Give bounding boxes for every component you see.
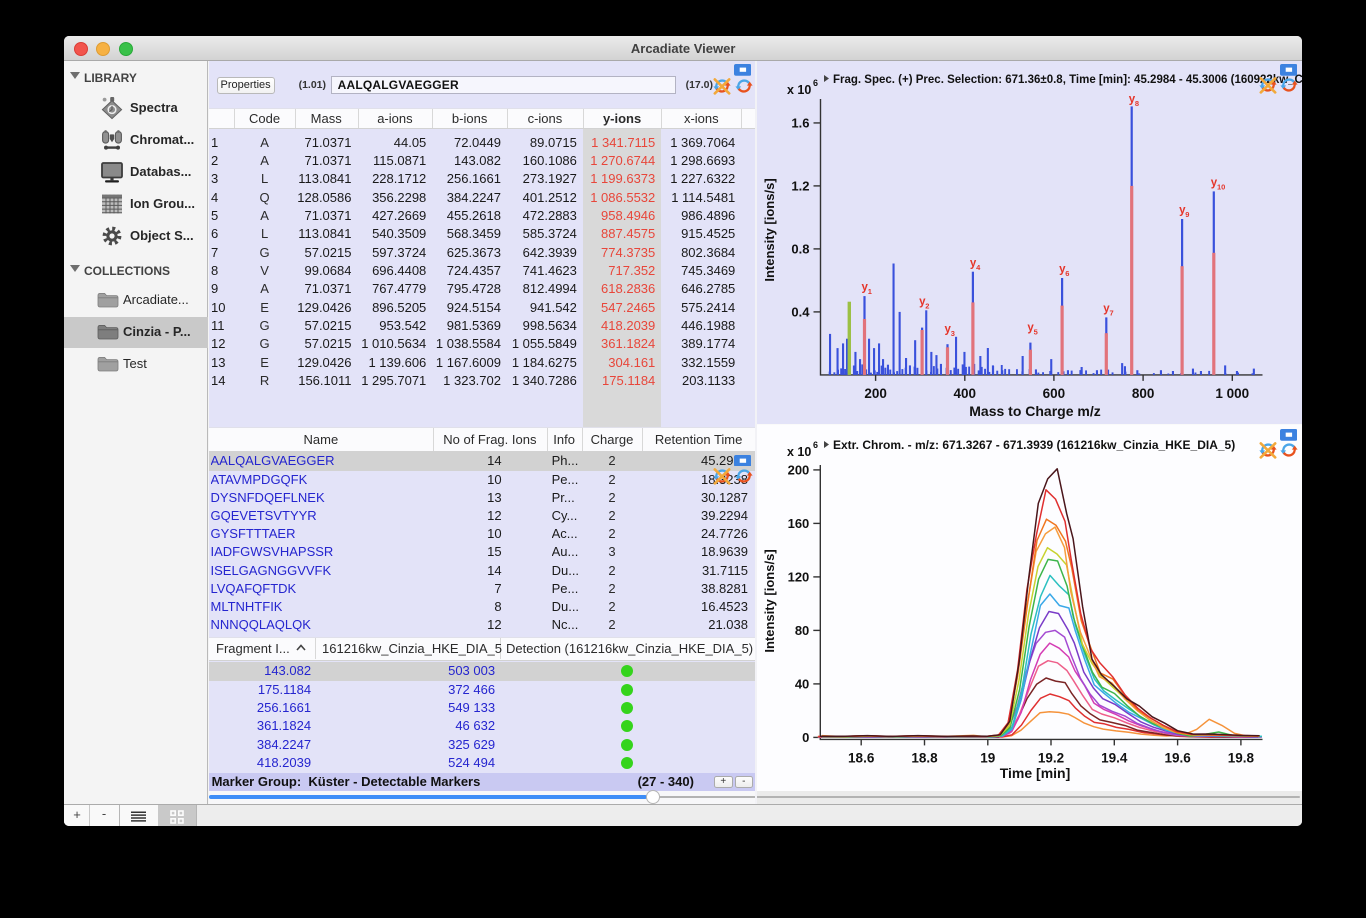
svg-text:19.8: 19.8	[1228, 750, 1255, 765]
svg-text:1.2: 1.2	[791, 178, 809, 193]
svg-text:2: 2	[925, 301, 929, 310]
svg-text:120: 120	[788, 569, 810, 584]
svg-text:4: 4	[976, 263, 981, 272]
svg-text:Mass to Charge m/z: Mass to Charge m/z	[969, 403, 1100, 419]
svg-text:0: 0	[802, 730, 809, 745]
svg-text:9: 9	[1185, 210, 1189, 219]
svg-text:200: 200	[788, 462, 810, 477]
svg-text:6: 6	[1065, 269, 1069, 278]
svg-text:3: 3	[951, 329, 955, 338]
svg-text:800: 800	[1132, 386, 1155, 401]
svg-text:x 10: x 10	[787, 445, 811, 459]
svg-text:200: 200	[864, 386, 887, 401]
svg-text:Extr. Chrom. - m/z: 671.3267 -: Extr. Chrom. - m/z: 671.3267 - 671.3939 …	[833, 438, 1235, 452]
svg-text:Intensity [ions/s]: Intensity [ions/s]	[762, 178, 777, 281]
svg-text:5: 5	[1034, 327, 1038, 336]
svg-text:Time [min]: Time [min]	[1000, 765, 1071, 781]
svg-text:18.8: 18.8	[911, 750, 938, 765]
svg-text:10: 10	[1217, 183, 1225, 192]
svg-text:19.6: 19.6	[1164, 750, 1191, 765]
svg-text:40: 40	[795, 676, 809, 691]
svg-text:400: 400	[954, 386, 977, 401]
svg-text:7: 7	[1110, 309, 1114, 318]
svg-text:x 10: x 10	[787, 83, 811, 97]
svg-text:Frag. Spec. (+) Prec. Selectio: Frag. Spec. (+) Prec. Selection: 671.36±…	[833, 74, 1302, 86]
svg-text:1 000: 1 000	[1215, 386, 1249, 401]
svg-text:19: 19	[980, 750, 995, 765]
svg-text:18.6: 18.6	[848, 750, 875, 765]
svg-text:1: 1	[868, 287, 872, 296]
svg-text:1.6: 1.6	[791, 115, 809, 130]
svg-text:80: 80	[795, 623, 809, 638]
svg-text:19.2: 19.2	[1038, 750, 1064, 765]
svg-text:600: 600	[1043, 386, 1066, 401]
svg-text:6: 6	[813, 78, 818, 88]
svg-text:19.4: 19.4	[1101, 750, 1128, 765]
svg-text:0.8: 0.8	[791, 241, 809, 256]
svg-text:160: 160	[788, 516, 810, 531]
svg-text:0.4: 0.4	[791, 304, 810, 319]
svg-text:Intensity [ions/s]: Intensity [ions/s]	[762, 549, 777, 652]
svg-text:8: 8	[1135, 99, 1139, 108]
svg-text:6: 6	[813, 440, 818, 450]
